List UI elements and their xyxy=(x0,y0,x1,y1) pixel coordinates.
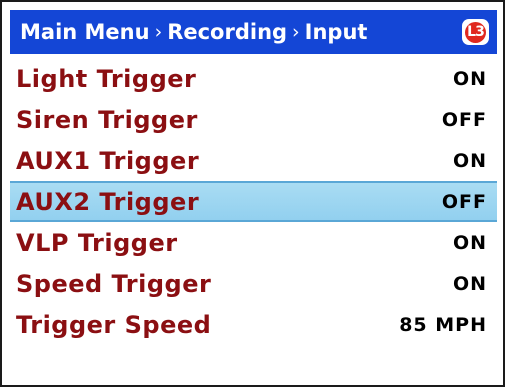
device-screen: Main Menu › Recording › Input L3 Light T… xyxy=(0,0,505,387)
menu-item-aux1-trigger[interactable]: AUX1 Trigger ON xyxy=(10,140,497,181)
breadcrumb-input: Input xyxy=(304,20,368,44)
l3-logo-mark: L3 xyxy=(465,21,486,43)
menu-item-value: OFF xyxy=(441,190,487,213)
breadcrumb-separator: › xyxy=(154,21,163,43)
title-bar: Main Menu › Recording › Input L3 xyxy=(10,10,497,54)
menu-item-trigger-speed[interactable]: Trigger Speed 85 MPH xyxy=(10,304,497,345)
menu-item-value: OFF xyxy=(441,108,487,131)
menu-item-speed-trigger[interactable]: Speed Trigger ON xyxy=(10,263,497,304)
menu-item-value: ON xyxy=(452,67,487,90)
breadcrumb: Main Menu › Recording › Input xyxy=(20,20,367,44)
menu-item-label: Trigger Speed xyxy=(16,310,212,339)
input-menu-list: Light Trigger ON Siren Trigger OFF AUX1 … xyxy=(10,58,497,345)
menu-item-label: Siren Trigger xyxy=(16,105,198,134)
menu-item-value: 85 MPH xyxy=(399,313,487,336)
menu-item-light-trigger[interactable]: Light Trigger ON xyxy=(10,58,497,99)
menu-item-value: ON xyxy=(452,231,487,254)
menu-item-label: AUX1 Trigger xyxy=(16,146,200,175)
breadcrumb-recording[interactable]: Recording xyxy=(167,20,287,44)
menu-item-aux2-trigger[interactable]: AUX2 Trigger OFF xyxy=(10,181,497,222)
menu-item-label: AUX2 Trigger xyxy=(16,187,200,216)
l3-logo-icon: L3 xyxy=(462,19,489,45)
menu-item-label: VLP Trigger xyxy=(16,228,178,257)
menu-item-siren-trigger[interactable]: Siren Trigger OFF xyxy=(10,99,497,140)
menu-item-label: Speed Trigger xyxy=(16,269,212,298)
breadcrumb-separator: › xyxy=(292,21,300,43)
menu-item-value: ON xyxy=(452,149,487,172)
menu-item-label: Light Trigger xyxy=(16,64,197,93)
menu-item-vlp-trigger[interactable]: VLP Trigger ON xyxy=(10,222,497,263)
menu-item-value: ON xyxy=(452,272,487,295)
breadcrumb-main-menu[interactable]: Main Menu xyxy=(20,20,150,44)
